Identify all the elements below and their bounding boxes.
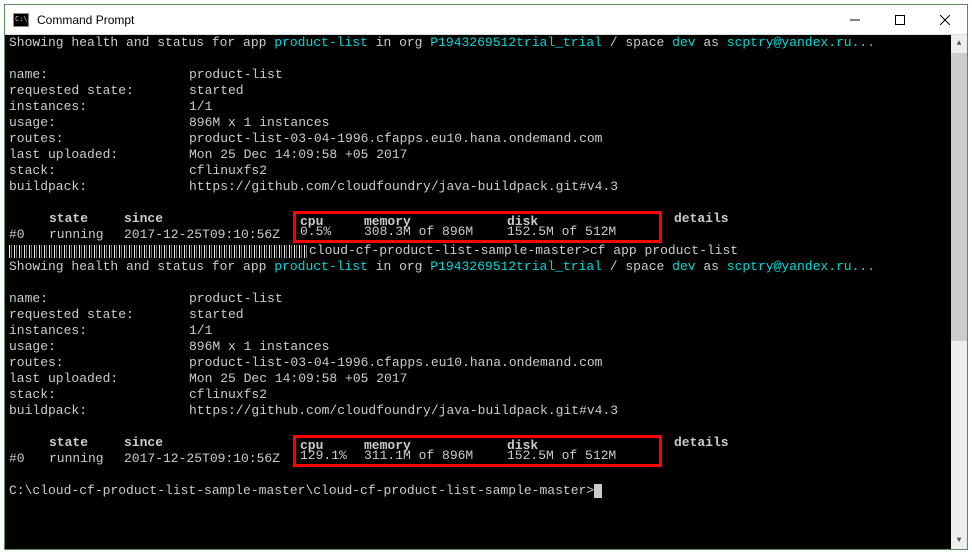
col-details: details [674, 211, 729, 227]
kv-row: buildpack:https://github.com/cloudfoundr… [9, 179, 963, 195]
instance-state: running [49, 451, 124, 467]
prompt-line[interactable]: C:\cloud-cf-product-list-sample-master\c… [9, 483, 963, 499]
app-name: product-list [274, 259, 368, 274]
kv-row: name:product-list [9, 67, 963, 83]
prompt-path: C:\cloud-cf-product-list-sample-master\c… [9, 483, 594, 498]
instance-state: running [49, 227, 124, 243]
scrollbar[interactable]: ▲ ▼ [951, 35, 967, 549]
kv-row: usage:896M x 1 instances [9, 115, 963, 131]
maximize-button[interactable] [877, 5, 922, 34]
kv-row: instances:1/1 [9, 99, 963, 115]
window-controls [832, 5, 967, 34]
instance-index: #0 [9, 227, 49, 243]
instance-disk: 152.5M of 512M [507, 448, 657, 464]
typed-command: cf app product-list [590, 243, 738, 259]
col-details: details [674, 435, 729, 451]
terminal-area[interactable]: ▲ ▼ Showing health and status for app pr… [5, 35, 967, 549]
kv-row: last uploaded:Mon 25 Dec 14:09:58 +05 20… [9, 147, 963, 163]
kv-row: instances:1/1 [9, 323, 963, 339]
close-button[interactable] [922, 5, 967, 34]
scroll-down-icon[interactable]: ▼ [951, 532, 967, 549]
instance-cpu: 129.1% [300, 448, 364, 464]
kv-row: name:product-list [9, 291, 963, 307]
instance-since: 2017-12-25T09:10:56Z [124, 451, 299, 467]
col-state: state [49, 435, 124, 451]
kv-row: requested state:started [9, 83, 963, 99]
instance-memory: 311.1M of 896M [364, 448, 507, 464]
cmd-icon [13, 13, 29, 27]
instance-cpu: 0.5% [300, 224, 364, 240]
col-since: since [124, 435, 299, 451]
scrollbar-thumb[interactable] [951, 53, 967, 341]
kv-row: routes:product-list-03-04-1996.cfapps.eu… [9, 131, 963, 147]
kv-row: stack:cflinuxfs2 [9, 163, 963, 179]
instance-table-row: #0 running 2017-12-25T09:10:56Z 0.5% 308… [9, 227, 963, 243]
kv-row: last uploaded:Mon 25 Dec 14:09:58 +05 20… [9, 371, 963, 387]
minimize-button[interactable] [832, 5, 877, 34]
kv-row: buildpack:https://github.com/cloudfoundr… [9, 403, 963, 419]
redacted-path-line: cloud-cf-product-list-sample-master>cf a… [9, 243, 963, 259]
maximize-icon [895, 15, 905, 25]
org-name: P1943269512trial_trial [430, 259, 602, 274]
scroll-up-icon[interactable]: ▲ [951, 35, 967, 52]
org-name: P1943269512trial_trial [430, 35, 602, 50]
status-line: Showing health and status for app produc… [9, 259, 963, 275]
window-frame: Command Prompt ▲ ▼ Showing health and st… [4, 4, 968, 550]
kv-row: stack:cflinuxfs2 [9, 387, 963, 403]
instance-index: #0 [9, 451, 49, 467]
kv-row: requested state:started [9, 307, 963, 323]
close-icon [940, 15, 950, 25]
col-state: state [49, 211, 124, 227]
instance-memory: 308.3M of 896M [364, 224, 507, 240]
instance-since: 2017-12-25T09:10:56Z [124, 227, 299, 243]
col-since: since [124, 211, 299, 227]
instance-disk: 152.5M of 512M [507, 224, 657, 240]
highlight-box-bottom: 129.1% 311.1M of 896M 152.5M of 512M [293, 448, 662, 467]
highlight-box-bottom: 0.5% 308.3M of 896M 152.5M of 512M [293, 224, 662, 243]
app-name: product-list [274, 35, 368, 50]
kv-row: usage:896M x 1 instances [9, 339, 963, 355]
minimize-icon [850, 15, 860, 25]
kv-row: routes:product-list-03-04-1996.cfapps.eu… [9, 355, 963, 371]
instance-table-row: #0 running 2017-12-25T09:10:56Z 129.1% 3… [9, 451, 963, 467]
space-name: dev [672, 259, 695, 274]
space-name: dev [672, 35, 695, 50]
user-email: scptry@yandex.ru [727, 259, 852, 274]
window-title: Command Prompt [37, 13, 134, 27]
status-line: Showing health and status for app produc… [9, 35, 963, 51]
user-email: scptry@yandex.ru [727, 35, 852, 50]
titlebar[interactable]: Command Prompt [5, 5, 967, 35]
redacted-noise-icon [9, 245, 309, 258]
cursor-icon [594, 484, 602, 498]
